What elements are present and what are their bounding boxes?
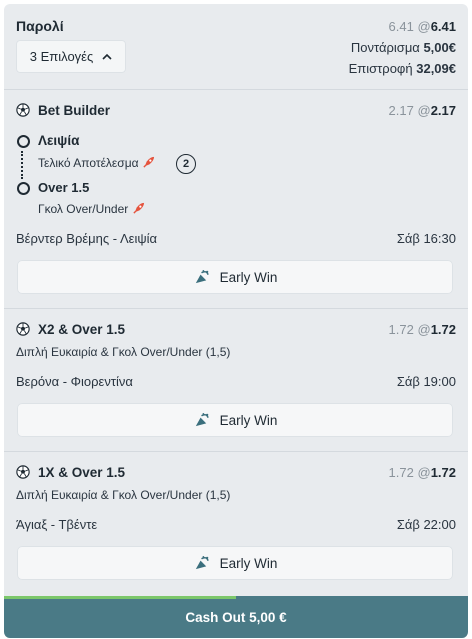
leg-market-label: Γκολ Over/Under (38, 202, 129, 216)
bet-odds-prev: 2.17 (388, 103, 414, 118)
match-name: Βέρντερ Βρέμης - Λειψία (16, 231, 158, 246)
stake-row: Ποντάρισμα 5,00€ (351, 40, 456, 55)
leg-market: Γκολ Over/Under (38, 202, 145, 216)
bet-builder-count-badge: 2 (176, 154, 196, 174)
bet-odds-current: 2.17 (430, 103, 456, 118)
early-win-button[interactable]: Early Win (17, 403, 453, 437)
bet-odds: 1.72 @1.72 (389, 465, 456, 480)
soccer-ball-icon (16, 322, 30, 336)
odds-at-sign: @ (417, 19, 431, 34)
bet-odds-prev: 1.72 (388, 465, 414, 480)
early-win-button[interactable]: Early Win (17, 260, 453, 294)
return-value: 32,09€ (416, 61, 456, 76)
bet-title: X2 & Over 1.5 (38, 322, 126, 337)
return-row: Επιστροφή 32,09€ (349, 61, 456, 76)
parlay-odds-current: 6.41 (430, 19, 456, 34)
odds-at-sign: @ (417, 465, 431, 480)
leg-marker-icon (17, 182, 30, 195)
parlay-title: Παρολί (16, 18, 64, 34)
early-win-button[interactable]: Early Win (17, 546, 453, 580)
bet-title: 1X & Over 1.5 (38, 465, 126, 480)
match-time: Σάβ 16:30 (396, 231, 456, 246)
parlay-odds: 6.41 @6.41 (389, 19, 456, 34)
early-win-label: Early Win (219, 269, 278, 285)
rocket-icon (142, 156, 155, 169)
odds-at-sign: @ (417, 103, 431, 118)
match-time: Σάβ 19:00 (396, 374, 456, 389)
selections-count-label: 3 Επιλογές (29, 49, 94, 64)
odds-at-sign: @ (417, 322, 431, 337)
chevron-up-icon (102, 53, 112, 60)
parlay-odds-prev: 6.41 (388, 19, 414, 34)
leg-market: Τελικό Αποτέλεσμα (38, 156, 155, 170)
match-time: Σάβ 22:00 (396, 517, 456, 532)
soccer-ball-icon (16, 103, 30, 117)
divider (4, 308, 468, 309)
bet-odds-current: 1.72 (430, 322, 456, 337)
early-win-label: Early Win (219, 555, 278, 571)
divider (4, 451, 468, 452)
divider (4, 89, 468, 90)
selections-toggle-button[interactable]: 3 Επιλογές (16, 40, 126, 73)
bet-odds: 1.72 @1.72 (389, 322, 456, 337)
bet-odds-current: 1.72 (430, 465, 456, 480)
bet-odds: 2.17 @2.17 (389, 103, 456, 118)
early-win-icon (193, 269, 210, 286)
bet-slip-card: Παρολί 3 Επιλογές 6.41 @6.41 Ποντάρισμα … (4, 4, 468, 638)
rocket-icon (132, 202, 145, 215)
soccer-ball-icon (16, 465, 30, 479)
leg-marker-icon (17, 135, 30, 148)
match-name: Άγιαξ - Τβέντε (16, 517, 98, 532)
stake-label: Ποντάρισμα (350, 40, 420, 55)
cash-out-progress-bar (4, 596, 236, 599)
stake-value: 5,00€ (423, 40, 456, 55)
cash-out-label: Cash Out 5,00 € (185, 609, 287, 625)
cash-out-button[interactable]: Cash Out 5,00 € (4, 596, 468, 638)
bet-market: Διπλή Ευκαιρία & Γκολ Over/Under (1,5) (16, 488, 231, 502)
leg-name: Over 1.5 (38, 180, 90, 195)
leg-name: Λειψία (38, 133, 80, 148)
early-win-label: Early Win (219, 412, 278, 428)
early-win-icon (193, 555, 210, 572)
leg-market-label: Τελικό Αποτέλεσμα (38, 156, 139, 170)
return-label: Επιστροφή (348, 61, 413, 76)
match-name: Βερόνα - Φιορεντίνα (16, 374, 133, 389)
bet-market: Διπλή Ευκαιρία & Γκολ Over/Under (1,5) (16, 345, 231, 359)
bet-odds-prev: 1.72 (388, 322, 414, 337)
bet-title: Bet Builder (38, 103, 111, 118)
early-win-icon (193, 412, 210, 429)
leg-connector (21, 151, 23, 179)
